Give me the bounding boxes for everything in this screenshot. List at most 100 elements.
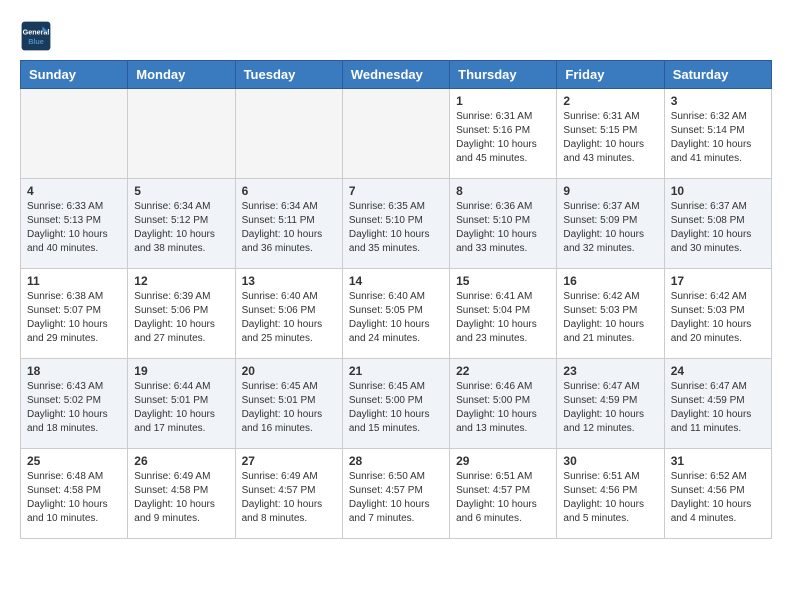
day-info: Sunrise: 6:36 AMSunset: 5:10 PMDaylight:… — [456, 200, 550, 256]
day-cell-22: 22 Sunrise: 6:46 AMSunset: 5:00 PMDayligh… — [450, 359, 557, 449]
day-info: Sunrise: 6:31 AMSunset: 5:16 PMDaylight:… — [456, 110, 550, 166]
day-number: 23 — [563, 364, 657, 378]
day-cell-6: 6Sunrise: 6:34 AMSunset: 5:11 PMDaylight… — [235, 179, 342, 269]
day-number: 25 — [27, 454, 121, 468]
weekday-header-monday: Monday — [128, 61, 235, 89]
day-info: Sunrise: 6:49 AMSunset: 4:57 PMDaylight:… — [242, 470, 336, 526]
day-cell-30: 30Sunrise: 6:51 AMSunset: 4:56 PMDayligh… — [557, 449, 664, 539]
day-cell-26: 26 Sunrise: 6:49 AMSunset: 4:58 PMDayligh… — [128, 449, 235, 539]
day-cell-15: 15 Sunrise: 6:41 AMSunset: 5:04 PMDayligh… — [450, 269, 557, 359]
day-cell-29: 29 Sunrise: 6:51 AMSunset: 4:57 PMDayligh… — [450, 449, 557, 539]
logo: General Blue — [20, 20, 56, 52]
day-number: 9 — [563, 184, 657, 198]
day-number: 3 — [671, 94, 765, 108]
week-row-1: 1 Sunrise: 6:31 AMSunset: 5:16 PMDaylight… — [21, 89, 772, 179]
day-info: Sunrise: 6:41 AMSunset: 5:04 PMDaylight:… — [456, 290, 550, 346]
day-info: Sunrise: 6:44 AMSunset: 5:01 PMDaylight:… — [134, 380, 228, 436]
day-cell-7: 7 Sunrise: 6:35 AMSunset: 5:10 PMDaylight… — [342, 179, 449, 269]
day-info: Sunrise: 6:43 AMSunset: 5:02 PMDaylight:… — [27, 380, 121, 436]
day-number: 5 — [134, 184, 228, 198]
weekday-header-thursday: Thursday — [450, 61, 557, 89]
day-info: Sunrise: 6:38 AMSunset: 5:07 PMDaylight:… — [27, 290, 121, 346]
day-cell-10: 10 Sunrise: 6:37 AMSunset: 5:08 PMDayligh… — [664, 179, 771, 269]
day-info: Sunrise: 6:45 AMSunset: 5:00 PMDaylight:… — [349, 380, 443, 436]
day-info: Sunrise: 6:52 AMSunset: 4:56 PMDaylight:… — [671, 470, 765, 526]
day-cell-1: 1 Sunrise: 6:31 AMSunset: 5:16 PMDaylight… — [450, 89, 557, 179]
day-number: 19 — [134, 364, 228, 378]
day-number: 16 — [563, 274, 657, 288]
day-cell-31: 31 Sunrise: 6:52 AMSunset: 4:56 PMDayligh… — [664, 449, 771, 539]
day-cell-19: 19 Sunrise: 6:44 AMSunset: 5:01 PMDayligh… — [128, 359, 235, 449]
day-number: 31 — [671, 454, 765, 468]
day-cell-23: 23Sunrise: 6:47 AMSunset: 4:59 PMDayligh… — [557, 359, 664, 449]
day-info: Sunrise: 6:34 AMSunset: 5:12 PMDaylight:… — [134, 200, 228, 256]
day-info: Sunrise: 6:32 AMSunset: 5:14 PMDaylight:… — [671, 110, 765, 166]
day-number: 28 — [349, 454, 443, 468]
empty-cell — [235, 89, 342, 179]
empty-cell — [342, 89, 449, 179]
day-info: Sunrise: 6:35 AMSunset: 5:10 PMDaylight:… — [349, 200, 443, 256]
day-cell-28: 28 Sunrise: 6:50 AMSunset: 4:57 PMDayligh… — [342, 449, 449, 539]
day-cell-16: 16 Sunrise: 6:42 AMSunset: 5:03 PMDayligh… — [557, 269, 664, 359]
day-number: 6 — [242, 184, 336, 198]
day-cell-24: 24 Sunrise: 6:47 AMSunset: 4:59 PMDayligh… — [664, 359, 771, 449]
day-number: 26 — [134, 454, 228, 468]
day-number: 20 — [242, 364, 336, 378]
day-info: Sunrise: 6:40 AMSunset: 5:05 PMDaylight:… — [349, 290, 443, 346]
day-info: Sunrise: 6:45 AMSunset: 5:01 PMDaylight:… — [242, 380, 336, 436]
day-info: Sunrise: 6:42 AMSunset: 5:03 PMDaylight:… — [671, 290, 765, 346]
weekday-header-tuesday: Tuesday — [235, 61, 342, 89]
day-info: Sunrise: 6:51 AMSunset: 4:57 PMDaylight:… — [456, 470, 550, 526]
day-number: 18 — [27, 364, 121, 378]
day-info: Sunrise: 6:37 AMSunset: 5:08 PMDaylight:… — [671, 200, 765, 256]
weekday-header-wednesday: Wednesday — [342, 61, 449, 89]
day-info: Sunrise: 6:33 AMSunset: 5:13 PMDaylight:… — [27, 200, 121, 256]
day-number: 27 — [242, 454, 336, 468]
day-number: 24 — [671, 364, 765, 378]
day-info: Sunrise: 6:40 AMSunset: 5:06 PMDaylight:… — [242, 290, 336, 346]
day-cell-17: 17 Sunrise: 6:42 AMSunset: 5:03 PMDayligh… — [664, 269, 771, 359]
day-number: 14 — [349, 274, 443, 288]
day-info: Sunrise: 6:42 AMSunset: 5:03 PMDaylight:… — [563, 290, 657, 346]
day-number: 29 — [456, 454, 550, 468]
day-info: Sunrise: 6:47 AMSunset: 4:59 PMDaylight:… — [671, 380, 765, 436]
weekday-header-saturday: Saturday — [664, 61, 771, 89]
day-info: Sunrise: 6:49 AMSunset: 4:58 PMDaylight:… — [134, 470, 228, 526]
day-number: 15 — [456, 274, 550, 288]
page-header: General Blue — [20, 20, 772, 52]
svg-text:Blue: Blue — [28, 37, 44, 46]
week-row-4: 18 Sunrise: 6:43 AMSunset: 5:02 PMDayligh… — [21, 359, 772, 449]
week-row-5: 25 Sunrise: 6:48 AMSunset: 4:58 PMDayligh… — [21, 449, 772, 539]
week-row-3: 11 Sunrise: 6:38 AMSunset: 5:07 PMDayligh… — [21, 269, 772, 359]
weekday-header-sunday: Sunday — [21, 61, 128, 89]
weekday-header-row: SundayMondayTuesdayWednesdayThursdayFrid… — [21, 61, 772, 89]
day-number: 13 — [242, 274, 336, 288]
day-number: 22 — [456, 364, 550, 378]
day-cell-18: 18 Sunrise: 6:43 AMSunset: 5:02 PMDayligh… — [21, 359, 128, 449]
day-cell-8: 8Sunrise: 6:36 AMSunset: 5:10 PMDaylight… — [450, 179, 557, 269]
week-row-2: 4 Sunrise: 6:33 AMSunset: 5:13 PMDaylight… — [21, 179, 772, 269]
day-number: 2 — [563, 94, 657, 108]
day-number: 1 — [456, 94, 550, 108]
day-info: Sunrise: 6:46 AMSunset: 5:00 PMDaylight:… — [456, 380, 550, 436]
day-number: 30 — [563, 454, 657, 468]
day-cell-2: 2 Sunrise: 6:31 AMSunset: 5:15 PMDaylight… — [557, 89, 664, 179]
day-number: 7 — [349, 184, 443, 198]
day-number: 12 — [134, 274, 228, 288]
day-info: Sunrise: 6:31 AMSunset: 5:15 PMDaylight:… — [563, 110, 657, 166]
day-cell-14: 14 Sunrise: 6:40 AMSunset: 5:05 PMDayligh… — [342, 269, 449, 359]
day-number: 10 — [671, 184, 765, 198]
day-number: 17 — [671, 274, 765, 288]
day-info: Sunrise: 6:37 AMSunset: 5:09 PMDaylight:… — [563, 200, 657, 256]
day-cell-27: 27 Sunrise: 6:49 AMSunset: 4:57 PMDayligh… — [235, 449, 342, 539]
day-number: 11 — [27, 274, 121, 288]
empty-cell — [21, 89, 128, 179]
day-cell-20: 20 Sunrise: 6:45 AMSunset: 5:01 PMDayligh… — [235, 359, 342, 449]
weekday-header-friday: Friday — [557, 61, 664, 89]
day-cell-9: 9 Sunrise: 6:37 AMSunset: 5:09 PMDaylight… — [557, 179, 664, 269]
day-info: Sunrise: 6:50 AMSunset: 4:57 PMDaylight:… — [349, 470, 443, 526]
calendar-table: SundayMondayTuesdayWednesdayThursdayFrid… — [20, 60, 772, 539]
day-number: 4 — [27, 184, 121, 198]
day-info: Sunrise: 6:48 AMSunset: 4:58 PMDaylight:… — [27, 470, 121, 526]
day-number: 21 — [349, 364, 443, 378]
